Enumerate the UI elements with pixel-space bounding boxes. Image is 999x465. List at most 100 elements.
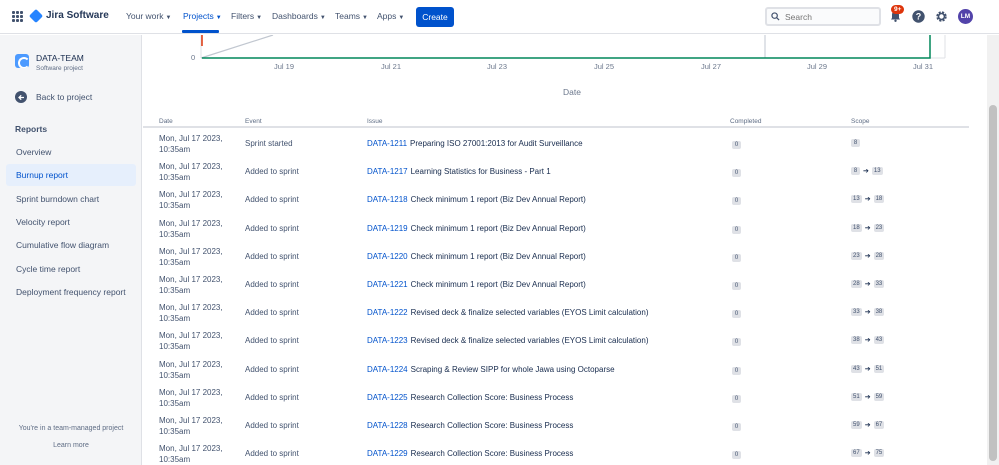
issue-summary: Preparing ISO 27001:2013 for Audit Surve… [410,139,583,148]
completed-lozenge: 0 [732,197,741,206]
notifications-badge: 9+ [891,5,905,14]
settings-gear-icon[interactable] [934,9,948,23]
row-scope: 59 ➔ 67 [851,421,885,429]
nav-filters[interactable]: Filters ▼ [231,11,262,21]
row-date: Mon, Jul 17 2023, 10:35am [159,331,223,352]
scrollbar-thumb[interactable] [989,105,997,461]
search-icon [771,12,780,21]
completed-lozenge: 0 [732,423,741,431]
row-scope: 51 ➔ 59 [851,392,885,401]
scope-from-lozenge: 28 [851,280,862,288]
learn-more-link[interactable]: Learn more [0,442,142,449]
table-row: Mon, Jul 17 2023, 10:35am Added to sprint… [143,385,969,413]
nav-teams-label: Teams [335,11,361,21]
sidebar-item-burnup-report[interactable]: Burnup report [6,164,136,186]
table-header: Date Event Issue Completed Scope [143,118,969,128]
table-row: Mon, Jul 17 2023, 10:35am Added to sprint… [143,244,969,272]
project-name[interactable]: DATA-TEAM [36,53,84,63]
back-to-project-link[interactable]: Back to project [15,91,92,103]
row-event: Added to sprint [245,251,299,261]
scope-from-lozenge: 18 [851,223,862,232]
nav-filters-label: Filters [231,11,255,21]
issue-key-link[interactable]: DATA-1228 [367,421,408,430]
row-scope: 67 ➔ 75 [851,449,885,458]
issue-key-link[interactable]: DATA-1225 [367,393,408,402]
issue-summary: Check minimum 1 report (Biz Dev Annual R… [410,223,586,233]
row-issue: DATA-1221 Check minimum 1 report (Biz Dev… [367,280,586,289]
arrow-right-icon: ➔ [864,196,871,204]
scope-to-lozenge: 67 [873,421,885,429]
sidebar-item-cycle-time[interactable]: Cycle time report [6,258,136,280]
issue-key-link[interactable]: DATA-1224 [367,365,408,374]
table-row: Mon, Jul 17 2023, 10:35am Added to sprint… [143,300,969,328]
app-name: Jira Software [46,10,109,21]
issue-summary: Learning Statistics for Business - Part … [410,167,551,177]
row-date: Mon, Jul 17 2023, 10:35am [159,444,223,465]
chevron-down-icon: ▼ [165,15,172,21]
search-box[interactable] [765,7,881,26]
issue-key-link[interactable]: DATA-1223 [367,336,408,345]
nav-apps-label: Apps [377,11,397,21]
nav-apps[interactable]: Apps ▼ [377,11,404,21]
row-issue: DATA-1223 Revised deck & finalize selecte… [367,336,649,345]
chevron-down-icon: ▼ [215,15,222,21]
completed-lozenge: 0 [732,282,741,290]
row-event: Added to sprint [245,280,299,289]
issue-summary: Check minimum 1 report (Biz Dev Annual R… [410,280,586,289]
top-navigation: Jira Software Your work ▼ Projects ▼ Filte… [0,0,999,34]
scope-to-lozenge: 59 [873,392,885,401]
jira-logo-icon [28,8,44,23]
completed-lozenge: 0 [732,310,741,319]
arrow-right-icon: ➔ [864,224,871,232]
sidebar-item-deployment-frequency[interactable]: Deployment frequency report [6,281,136,303]
issue-key-link[interactable]: DATA-1218 [367,195,408,204]
row-scope: 28 ➔ 33 [851,280,885,288]
create-button[interactable]: Create [416,7,454,27]
completed-lozenge: 0 [732,141,741,149]
row-scope: 43 ➔ 51 [851,364,885,373]
back-to-project-label: Back to project [36,92,93,102]
y-tick-label: 0 [191,53,196,62]
issue-key-link[interactable]: DATA-1229 [367,449,408,458]
table-row: Mon, Jul 17 2023, 10:35am Sprint started D… [143,131,969,159]
project-type: Software project [36,65,83,72]
table-row: Mon, Jul 17 2023, 10:35am Added to sprint… [143,159,969,187]
row-event: Added to sprint [245,364,299,374]
table-row: Mon, Jul 17 2023, 10:35am Added to sprint… [143,413,969,441]
arrow-left-icon [15,91,27,103]
row-completed: 0 [732,195,741,206]
issue-key-link[interactable]: DATA-1211 [367,139,407,148]
issue-key-link[interactable]: DATA-1221 [367,280,408,289]
sidebar-item-sprint-burndown[interactable]: Sprint burndown chart [6,188,136,210]
issue-summary: Check minimum 1 report (Biz Dev Annual R… [410,251,586,261]
issue-key-link[interactable]: DATA-1217 [367,167,408,176]
issue-key-link[interactable]: DATA-1220 [367,252,408,261]
nav-your-work[interactable]: Your work ▼ [126,11,171,21]
jira-logo[interactable]: Jira Software [28,8,109,23]
page-scrollbar[interactable] [987,35,999,465]
header-event: Event [245,118,262,125]
guideline-series [200,35,274,59]
arrow-right-icon: ➔ [864,393,871,401]
app-switcher-icon[interactable] [12,11,23,22]
sidebar-item-overview[interactable]: Overview [6,141,136,163]
arrow-right-icon: ➔ [863,168,869,176]
sidebar-item-velocity-report[interactable]: Velocity report [6,211,136,233]
nav-teams[interactable]: Teams ▼ [335,11,368,21]
nav-projects[interactable]: Projects ▼ [183,11,222,21]
issue-key-link[interactable]: DATA-1222 [367,308,408,317]
scope-from-lozenge: 59 [851,421,862,429]
row-scope: 33 ➔ 38 [851,308,885,317]
issue-key-link[interactable]: DATA-1219 [367,224,408,233]
nav-dashboards[interactable]: Dashboards ▼ [272,11,326,21]
scope-to-lozenge: 33 [873,280,885,288]
scope-to-lozenge: 18 [873,195,885,204]
sidebar-item-cumulative-flow[interactable]: Cumulative flow diagram [6,234,136,256]
search-input[interactable] [785,11,870,22]
arrow-right-icon: ➔ [864,309,871,317]
row-scope: 23 ➔ 28 [851,251,885,260]
burnup-chart-svg [200,35,946,59]
help-icon[interactable]: ? [911,9,925,23]
avatar[interactable]: LM [958,9,973,24]
project-avatar-icon[interactable] [15,54,29,68]
